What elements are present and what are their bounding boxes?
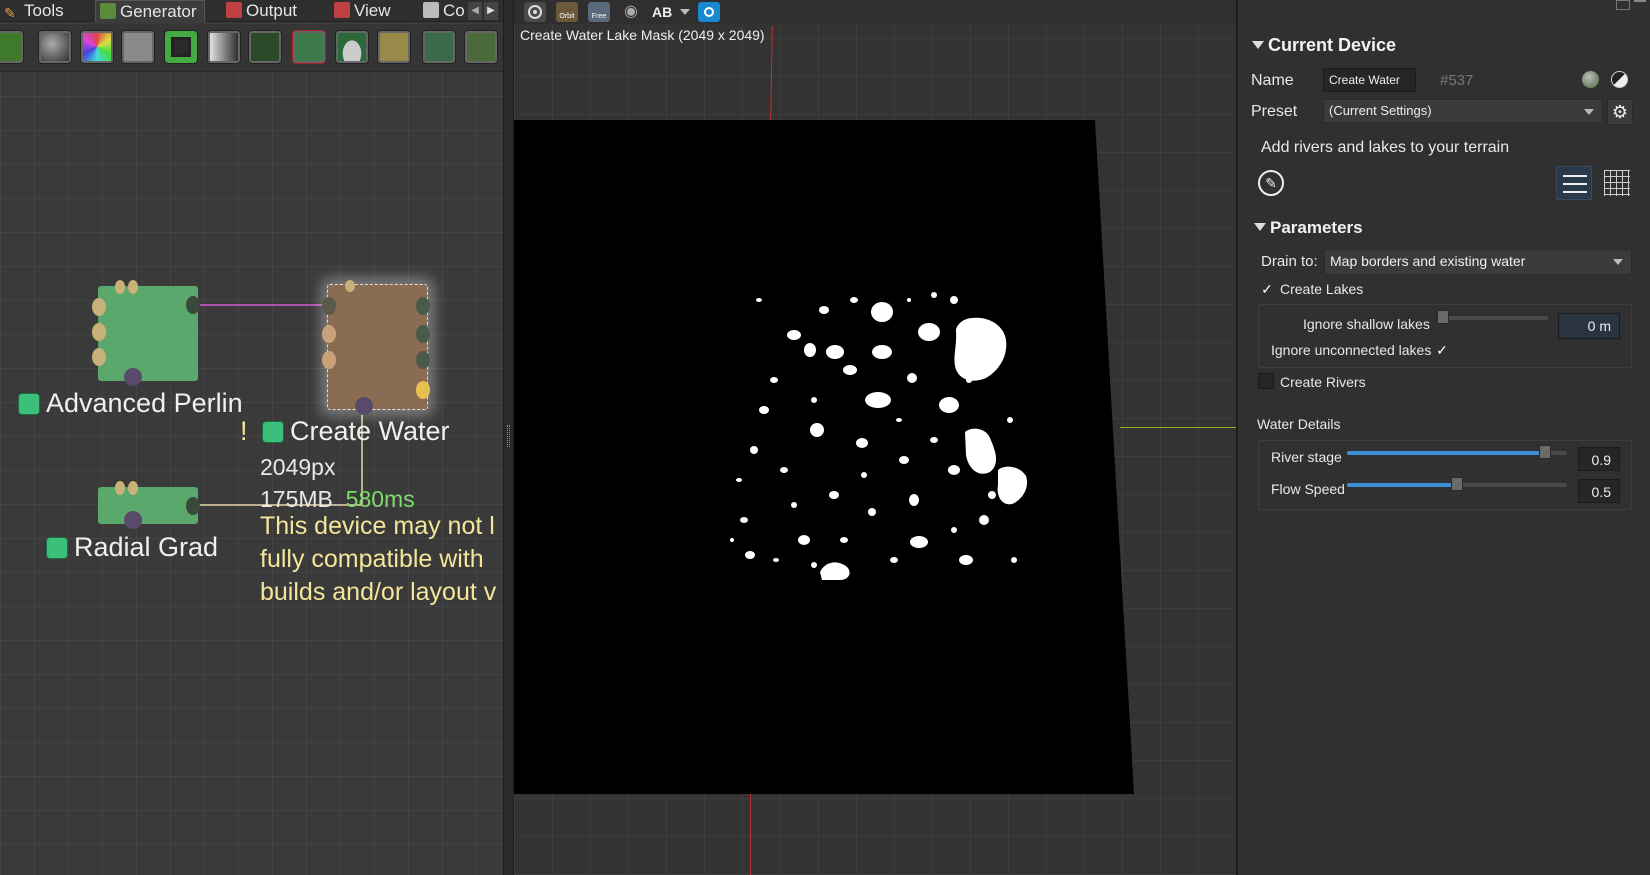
- device-id: #537: [1440, 72, 1474, 89]
- node-title: Create Water: [290, 416, 450, 446]
- preset-select[interactable]: (Current Settings): [1323, 99, 1603, 123]
- preset-value: (Current Settings): [1329, 103, 1432, 118]
- node-memory: 175MB: [260, 486, 333, 512]
- ignore-shallow-thumb[interactable]: [1437, 310, 1449, 324]
- node-stats: 175MB 580ms: [260, 486, 415, 513]
- river-stage-value[interactable]: 0.9: [1578, 447, 1620, 471]
- node-status-icon: [262, 421, 284, 443]
- ignore-shallow-value[interactable]: 0 m: [1558, 313, 1620, 339]
- node-advanced-perlin[interactable]: [92, 280, 200, 386]
- section-title: Parameters: [1270, 218, 1363, 237]
- name-label: Name: [1251, 72, 1294, 89]
- node-label-water: Create Water: [262, 416, 450, 447]
- node-title: Advanced Perlin: [46, 388, 243, 418]
- ignore-unconnected-label: Ignore unconnected lakes: [1271, 342, 1432, 358]
- river-stage-fill: [1347, 451, 1545, 455]
- top-port[interactable]: [115, 280, 125, 294]
- node-title: Radial Grad: [74, 532, 219, 562]
- ignore-shallow-label: Ignore shallow lakes: [1303, 316, 1430, 332]
- collapse-triangle-icon: [1254, 223, 1266, 231]
- thumbnail-icon[interactable]: [1582, 71, 1599, 88]
- output-port[interactable]: [416, 297, 430, 315]
- node-create-water[interactable]: [322, 280, 430, 415]
- device-description: Add rivers and lakes to your terrain: [1261, 139, 1510, 156]
- input-port[interactable]: [322, 297, 336, 315]
- input-port[interactable]: [92, 323, 106, 341]
- warning-line: This device may not l: [260, 512, 495, 540]
- splitter-grip-icon: [507, 425, 510, 447]
- node-status-icon: [46, 537, 68, 559]
- bottom-port[interactable]: [355, 397, 373, 415]
- section-title: Current Device: [1268, 35, 1397, 55]
- ignore-unconnected-checkbox[interactable]: ✓: [1435, 343, 1449, 357]
- node-label-radial: Radial Grad: [46, 532, 218, 563]
- output-port[interactable]: [186, 296, 200, 314]
- panel-splitter[interactable]: [503, 0, 514, 875]
- edit-pen-icon[interactable]: ✎: [1258, 170, 1284, 196]
- drain-select[interactable]: Map borders and existing water: [1324, 249, 1632, 275]
- top-port[interactable]: [128, 481, 138, 495]
- grid-settings-icon[interactable]: [1604, 170, 1630, 196]
- node-resolution: 2049px: [260, 454, 336, 480]
- top-port[interactable]: [115, 481, 125, 495]
- flow-speed-label: Flow Speed: [1271, 481, 1345, 497]
- create-rivers-checkbox[interactable]: [1258, 373, 1274, 389]
- output-port[interactable]: [186, 497, 200, 515]
- node-time: 580ms: [345, 486, 415, 512]
- restore-icon[interactable]: [1616, 0, 1630, 10]
- chevron-down-icon: [1613, 259, 1623, 265]
- input-port[interactable]: [322, 351, 336, 369]
- node-label-perlin: Advanced Perlin: [18, 388, 243, 419]
- terrain-plane: [514, 120, 1134, 794]
- output-port[interactable]: [416, 351, 430, 369]
- create-rivers-label: Create Rivers: [1280, 374, 1366, 390]
- node-status-icon: [18, 393, 40, 415]
- inspector-panel: Current Device Name Create Water #537 Pr…: [1238, 0, 1650, 875]
- drain-value: Map borders and existing water: [1330, 253, 1526, 269]
- graph-editor-panel[interactable]: ✎ Tools Generator Output View Co ◀ ▶ Adv…: [0, 0, 503, 875]
- viewport-3d[interactable]: Orbit Free ◉ AB Create Water Lake Mask (…: [514, 0, 1236, 875]
- parameters-header[interactable]: Parameters: [1254, 218, 1363, 238]
- terrain-preview: [514, 120, 1134, 794]
- create-lakes-label: Create Lakes: [1280, 281, 1364, 297]
- water-details-header: Water Details: [1257, 416, 1341, 432]
- sliders-icon[interactable]: [1556, 166, 1592, 200]
- contrast-icon[interactable]: [1611, 71, 1628, 88]
- warning-line: builds and/or layout v: [260, 578, 497, 606]
- warning-mark: !: [240, 416, 248, 446]
- bottom-port[interactable]: [124, 368, 142, 386]
- warning-line: fully compatible with: [260, 545, 484, 573]
- drain-label: Drain to:: [1261, 253, 1318, 270]
- flow-speed-thumb[interactable]: [1451, 477, 1463, 491]
- create-lakes-checkbox[interactable]: ✓: [1260, 282, 1274, 296]
- bottom-port[interactable]: [124, 511, 142, 529]
- node-radial-grad[interactable]: [98, 481, 200, 529]
- river-stage-thumb[interactable]: [1539, 445, 1551, 459]
- preset-label: Preset: [1251, 103, 1298, 120]
- collapse-triangle-icon: [1252, 41, 1264, 49]
- input-port[interactable]: [322, 325, 336, 343]
- minimize-icon[interactable]: [1634, 0, 1646, 10]
- ignore-shallow-slider[interactable]: [1438, 316, 1548, 320]
- river-stage-label: River stage: [1271, 449, 1342, 465]
- gear-icon[interactable]: ⚙: [1607, 99, 1633, 125]
- chevron-down-icon: [1584, 109, 1594, 115]
- input-port[interactable]: [92, 348, 106, 366]
- output-port[interactable]: [416, 325, 430, 343]
- output-port[interactable]: [416, 381, 430, 399]
- current-device-header[interactable]: Current Device: [1252, 35, 1396, 56]
- flow-speed-fill: [1347, 483, 1457, 487]
- device-name-input[interactable]: Create Water: [1323, 68, 1416, 92]
- top-port[interactable]: [345, 280, 355, 292]
- flow-speed-value[interactable]: 0.5: [1578, 479, 1620, 503]
- top-port[interactable]: [128, 280, 138, 294]
- input-port[interactable]: [92, 298, 106, 316]
